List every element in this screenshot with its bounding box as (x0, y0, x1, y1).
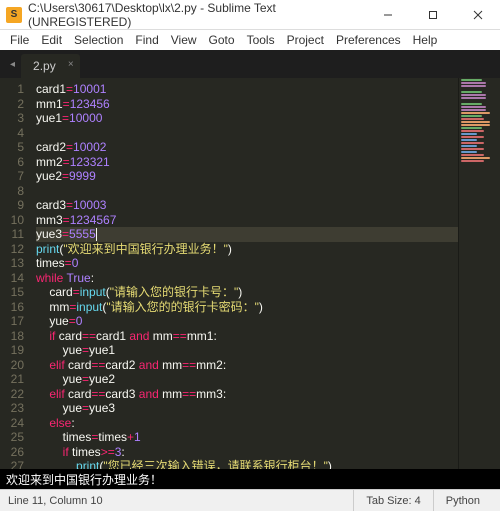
tab-label: 2.py (33, 59, 56, 73)
line-number: 21 (0, 372, 24, 387)
code-line[interactable] (36, 126, 458, 141)
output-panel: 欢迎来到中国银行办理业务！ (0, 469, 500, 489)
line-number: 20 (0, 358, 24, 373)
code-line[interactable]: yue2=9999 (36, 169, 458, 184)
line-number: 4 (0, 126, 24, 141)
output-text: 欢迎来到中国银行办理业务！ (6, 471, 162, 488)
line-number: 1 (0, 82, 24, 97)
menu-view[interactable]: View (165, 31, 203, 49)
line-number: 26 (0, 445, 24, 460)
gutter: 1234567891011121314151617181920212223242… (0, 78, 30, 469)
tab-close-icon[interactable]: × (68, 59, 74, 70)
line-number: 13 (0, 256, 24, 271)
code-line[interactable]: if times>=3: (36, 445, 458, 460)
code-line[interactable] (36, 184, 458, 199)
line-number: 18 (0, 329, 24, 344)
code-line[interactable]: mm3=1234567 (36, 213, 458, 228)
minimize-button[interactable] (365, 0, 410, 30)
status-bar: Line 11, Column 10 Tab Size: 4 Python (0, 489, 500, 511)
code-line[interactable]: yue=yue3 (36, 401, 458, 416)
code-line[interactable]: times=times+1 (36, 430, 458, 445)
line-number: 2 (0, 97, 24, 112)
line-number: 8 (0, 184, 24, 199)
menu-help[interactable]: Help (407, 31, 444, 49)
code-line[interactable]: yue3=5555 (36, 227, 458, 242)
code-area[interactable]: card1=10001mm1=123456yue1=10000 card2=100… (30, 78, 458, 469)
line-number: 23 (0, 401, 24, 416)
code-line[interactable]: elif card==card3 and mm==mm3: (36, 387, 458, 402)
menu-selection[interactable]: Selection (68, 31, 129, 49)
maximize-button[interactable] (410, 0, 455, 30)
menu-preferences[interactable]: Preferences (330, 31, 407, 49)
code-line[interactable]: print("欢迎来到中国银行办理业务！") (36, 242, 458, 257)
menu-goto[interactable]: Goto (203, 31, 241, 49)
code-line[interactable]: while True: (36, 271, 458, 286)
code-line[interactable]: mm2=123321 (36, 155, 458, 170)
code-line[interactable]: print("您已经三次输入错误，请联系银行柜台！") (36, 459, 458, 469)
tab-history-icon[interactable]: ◂ (4, 50, 21, 78)
menu-bar: File Edit Selection Find View Goto Tools… (0, 30, 500, 50)
editor[interactable]: 1234567891011121314151617181920212223242… (0, 78, 500, 469)
caret (96, 228, 97, 241)
code-line[interactable]: if card==card1 and mm==mm1: (36, 329, 458, 344)
line-number: 22 (0, 387, 24, 402)
tab-bar: ◂ 2.py × (0, 50, 500, 78)
menu-edit[interactable]: Edit (35, 31, 68, 49)
line-number: 10 (0, 213, 24, 228)
code-line[interactable]: card1=10001 (36, 82, 458, 97)
menu-file[interactable]: File (4, 31, 35, 49)
line-number: 7 (0, 169, 24, 184)
code-line[interactable]: yue=0 (36, 314, 458, 329)
minimap[interactable] (458, 78, 500, 469)
code-line[interactable]: yue1=10000 (36, 111, 458, 126)
line-number: 12 (0, 242, 24, 257)
line-number: 17 (0, 314, 24, 329)
line-number: 24 (0, 416, 24, 431)
code-line[interactable]: yue=yue1 (36, 343, 458, 358)
code-line[interactable]: card=input("请输入您的银行卡号：") (36, 285, 458, 300)
code-line[interactable]: times=0 (36, 256, 458, 271)
line-number: 5 (0, 140, 24, 155)
line-number: 6 (0, 155, 24, 170)
status-position[interactable]: Line 11, Column 10 (8, 495, 353, 507)
code-line[interactable]: elif card==card2 and mm==mm2: (36, 358, 458, 373)
line-number: 11 (0, 227, 24, 242)
tab-file[interactable]: 2.py × (21, 54, 80, 78)
line-number: 19 (0, 343, 24, 358)
close-button[interactable] (455, 0, 500, 30)
code-line[interactable]: mm1=123456 (36, 97, 458, 112)
app-icon: S (6, 7, 22, 23)
line-number: 14 (0, 271, 24, 286)
code-line[interactable]: yue=yue2 (36, 372, 458, 387)
code-line[interactable]: mm=input("请输入您的的银行卡密码：") (36, 300, 458, 315)
line-number: 25 (0, 430, 24, 445)
title-bar: S C:\Users\30617\Desktop\lx\2.py - Subli… (0, 0, 500, 30)
line-number: 27 (0, 459, 24, 469)
code-line[interactable]: card2=10002 (36, 140, 458, 155)
menu-tools[interactable]: Tools (241, 31, 281, 49)
code-line[interactable]: else: (36, 416, 458, 431)
line-number: 3 (0, 111, 24, 126)
status-tabsize[interactable]: Tab Size: 4 (353, 490, 432, 511)
line-number: 9 (0, 198, 24, 213)
code-line[interactable]: card3=10003 (36, 198, 458, 213)
window-title: C:\Users\30617\Desktop\lx\2.py - Sublime… (28, 1, 365, 29)
status-syntax[interactable]: Python (433, 490, 492, 511)
menu-find[interactable]: Find (129, 31, 164, 49)
menu-project[interactable]: Project (281, 31, 330, 49)
line-number: 15 (0, 285, 24, 300)
line-number: 16 (0, 300, 24, 315)
